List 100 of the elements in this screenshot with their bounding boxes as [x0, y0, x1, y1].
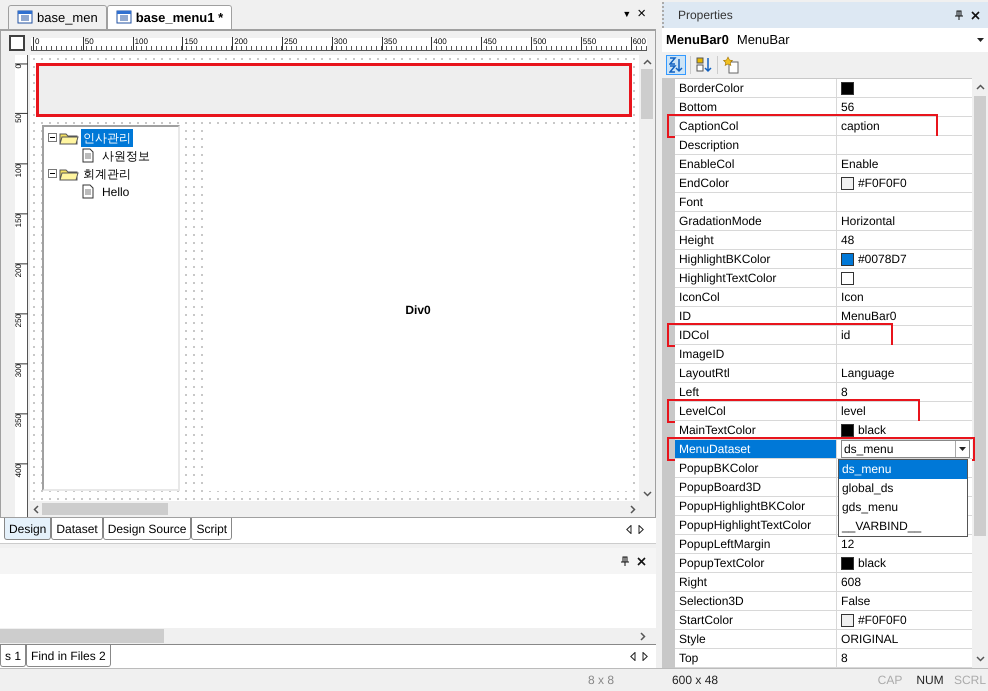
pin-icon[interactable] [955, 10, 963, 20]
property-name[interactable]: PopupLeftMargin [675, 535, 837, 553]
menubar-component[interactable] [36, 62, 632, 117]
property-value: black [858, 422, 886, 439]
ruler-label: 300 [332, 36, 348, 50]
scroll-up-icon[interactable] [642, 58, 652, 65]
pin-icon[interactable] [621, 556, 629, 566]
property-name[interactable]: Left [675, 383, 837, 401]
tree-item[interactable]: 인사관리 [81, 128, 133, 147]
tree-item[interactable]: Hello [100, 182, 132, 201]
close-button[interactable]: × [637, 6, 646, 21]
property-name[interactable]: StartColor [675, 611, 837, 629]
scroll-left-icon[interactable] [33, 504, 39, 514]
ruler-label: 300 [15, 362, 28, 378]
tab-scroll-right-icon[interactable] [638, 525, 644, 534]
property-name[interactable]: IconCol [675, 288, 837, 306]
object-selector[interactable]: MenuBar0 MenuBar [662, 28, 988, 52]
caret-icon[interactable] [955, 441, 969, 457]
tree-item[interactable]: 사원정보 [100, 146, 152, 165]
property-name[interactable]: LevelCol [675, 402, 837, 420]
tree-item[interactable]: 회계관리 [81, 164, 133, 183]
property-value: 8 [841, 650, 848, 667]
scroll-thumb[interactable] [42, 503, 168, 516]
property-name[interactable]: LayoutRtl [675, 364, 837, 382]
property-value: 608 [841, 574, 862, 591]
dropdown-option[interactable]: __VARBIND__ [839, 517, 967, 536]
sort-alphabetical-icon[interactable] [666, 55, 686, 75]
ruler-label: 400 [431, 36, 447, 50]
ruler-label: 100 [15, 162, 28, 178]
tab-scroll-left-icon[interactable] [630, 652, 636, 662]
ruler-label: 200 [15, 262, 28, 278]
property-name[interactable]: Height [675, 231, 837, 249]
page-icon [82, 148, 94, 164]
tab-list-button[interactable]: ▼ [622, 6, 632, 21]
property-name[interactable]: ID [675, 307, 837, 325]
scroll-right-icon[interactable] [640, 632, 646, 641]
property-value: #F0F0F0 [858, 612, 907, 629]
document-tab[interactable]: base_menu1 * [106, 4, 232, 29]
property-name[interactable]: Top [675, 649, 837, 667]
collapse-toggle[interactable] [48, 133, 57, 142]
view-tab[interactable]: Dataset [51, 518, 103, 540]
property-name[interactable]: Right [675, 573, 837, 591]
property-name[interactable]: MenuDataset [675, 440, 837, 458]
document-tab[interactable]: base_men [8, 4, 107, 29]
view-tab[interactable]: Script [191, 518, 232, 540]
dropdown-option[interactable]: gds_menu [839, 498, 967, 517]
property-name[interactable]: CaptionCol [675, 117, 837, 135]
tab-scroll-left-icon[interactable] [626, 525, 632, 534]
caret-icon[interactable] [977, 38, 984, 42]
tab-scroll-right-icon[interactable] [642, 652, 648, 662]
tree-view[interactable]: 인사관리 사원정보 회계관리 Hello [42, 124, 180, 491]
property-value: #F0F0F0 [858, 175, 907, 192]
property-name[interactable]: Bottom [675, 98, 837, 116]
scroll-thumb[interactable] [974, 96, 986, 536]
grid-size-text: 8 x 8 [588, 672, 616, 689]
dropdown-field[interactable]: ds_menu [841, 440, 970, 458]
dropdown-option[interactable]: ds_menu [839, 460, 967, 479]
sort-category-icon[interactable] [695, 56, 713, 74]
view-tab[interactable]: Design [4, 518, 52, 540]
property-value: #0078D7 [858, 251, 907, 268]
close-icon[interactable] [971, 10, 980, 20]
close-icon[interactable] [637, 556, 646, 566]
collapse-toggle[interactable] [48, 169, 57, 178]
property-value: 12 [841, 536, 854, 553]
scroll-thumb[interactable] [0, 629, 164, 644]
star-page-icon[interactable] [722, 56, 740, 74]
property-value: 48 [841, 232, 854, 249]
property-name[interactable]: PopupHighlightTextColor [675, 516, 837, 534]
dropdown-option[interactable]: global_ds [839, 479, 967, 498]
property-name[interactable]: GradationMode [675, 212, 837, 230]
property-name[interactable]: EndColor [675, 174, 837, 192]
view-tab[interactable]: s 1 [0, 645, 26, 668]
property-name[interactable]: Selection3D [675, 592, 837, 610]
property-name[interactable]: PopupHighlightBKColor [675, 497, 837, 515]
view-tab[interactable]: Design Source [102, 518, 192, 540]
property-name[interactable]: IDCol [675, 326, 837, 344]
scroll-down-icon[interactable] [642, 491, 652, 498]
vertical-scrollbar[interactable] [972, 78, 988, 668]
ruler-label: 50 [15, 112, 28, 123]
property-name[interactable]: PopupTextColor [675, 554, 837, 572]
scroll-thumb[interactable] [641, 68, 653, 119]
scroll-right-icon[interactable] [630, 504, 636, 514]
property-name[interactable]: Style [675, 630, 837, 648]
ruler-label: 200 [232, 36, 248, 50]
ruler-label: 550 [580, 36, 596, 50]
panel-title: Properties [678, 7, 733, 24]
scroll-down-icon[interactable] [976, 656, 984, 662]
ruler-label: 0 [33, 36, 40, 50]
property-name[interactable]: PopupBKColor [675, 459, 837, 477]
scroll-up-icon[interactable] [976, 84, 984, 90]
property-name[interactable]: PopupBoard3D [675, 478, 837, 496]
ruler-label: 500 [531, 36, 546, 50]
ruler-label: 600 [630, 36, 646, 50]
ruler-label: 400 [15, 462, 28, 478]
ruler-label: 450 [481, 36, 497, 50]
view-tab[interactable]: Find in Files 2 [26, 645, 111, 668]
property-name[interactable]: HighlightBKColor [675, 250, 837, 268]
property-name[interactable]: EnableCol [675, 155, 837, 173]
ruler-label: 50 [82, 36, 94, 50]
property-name[interactable]: MainTextColor [675, 421, 837, 439]
